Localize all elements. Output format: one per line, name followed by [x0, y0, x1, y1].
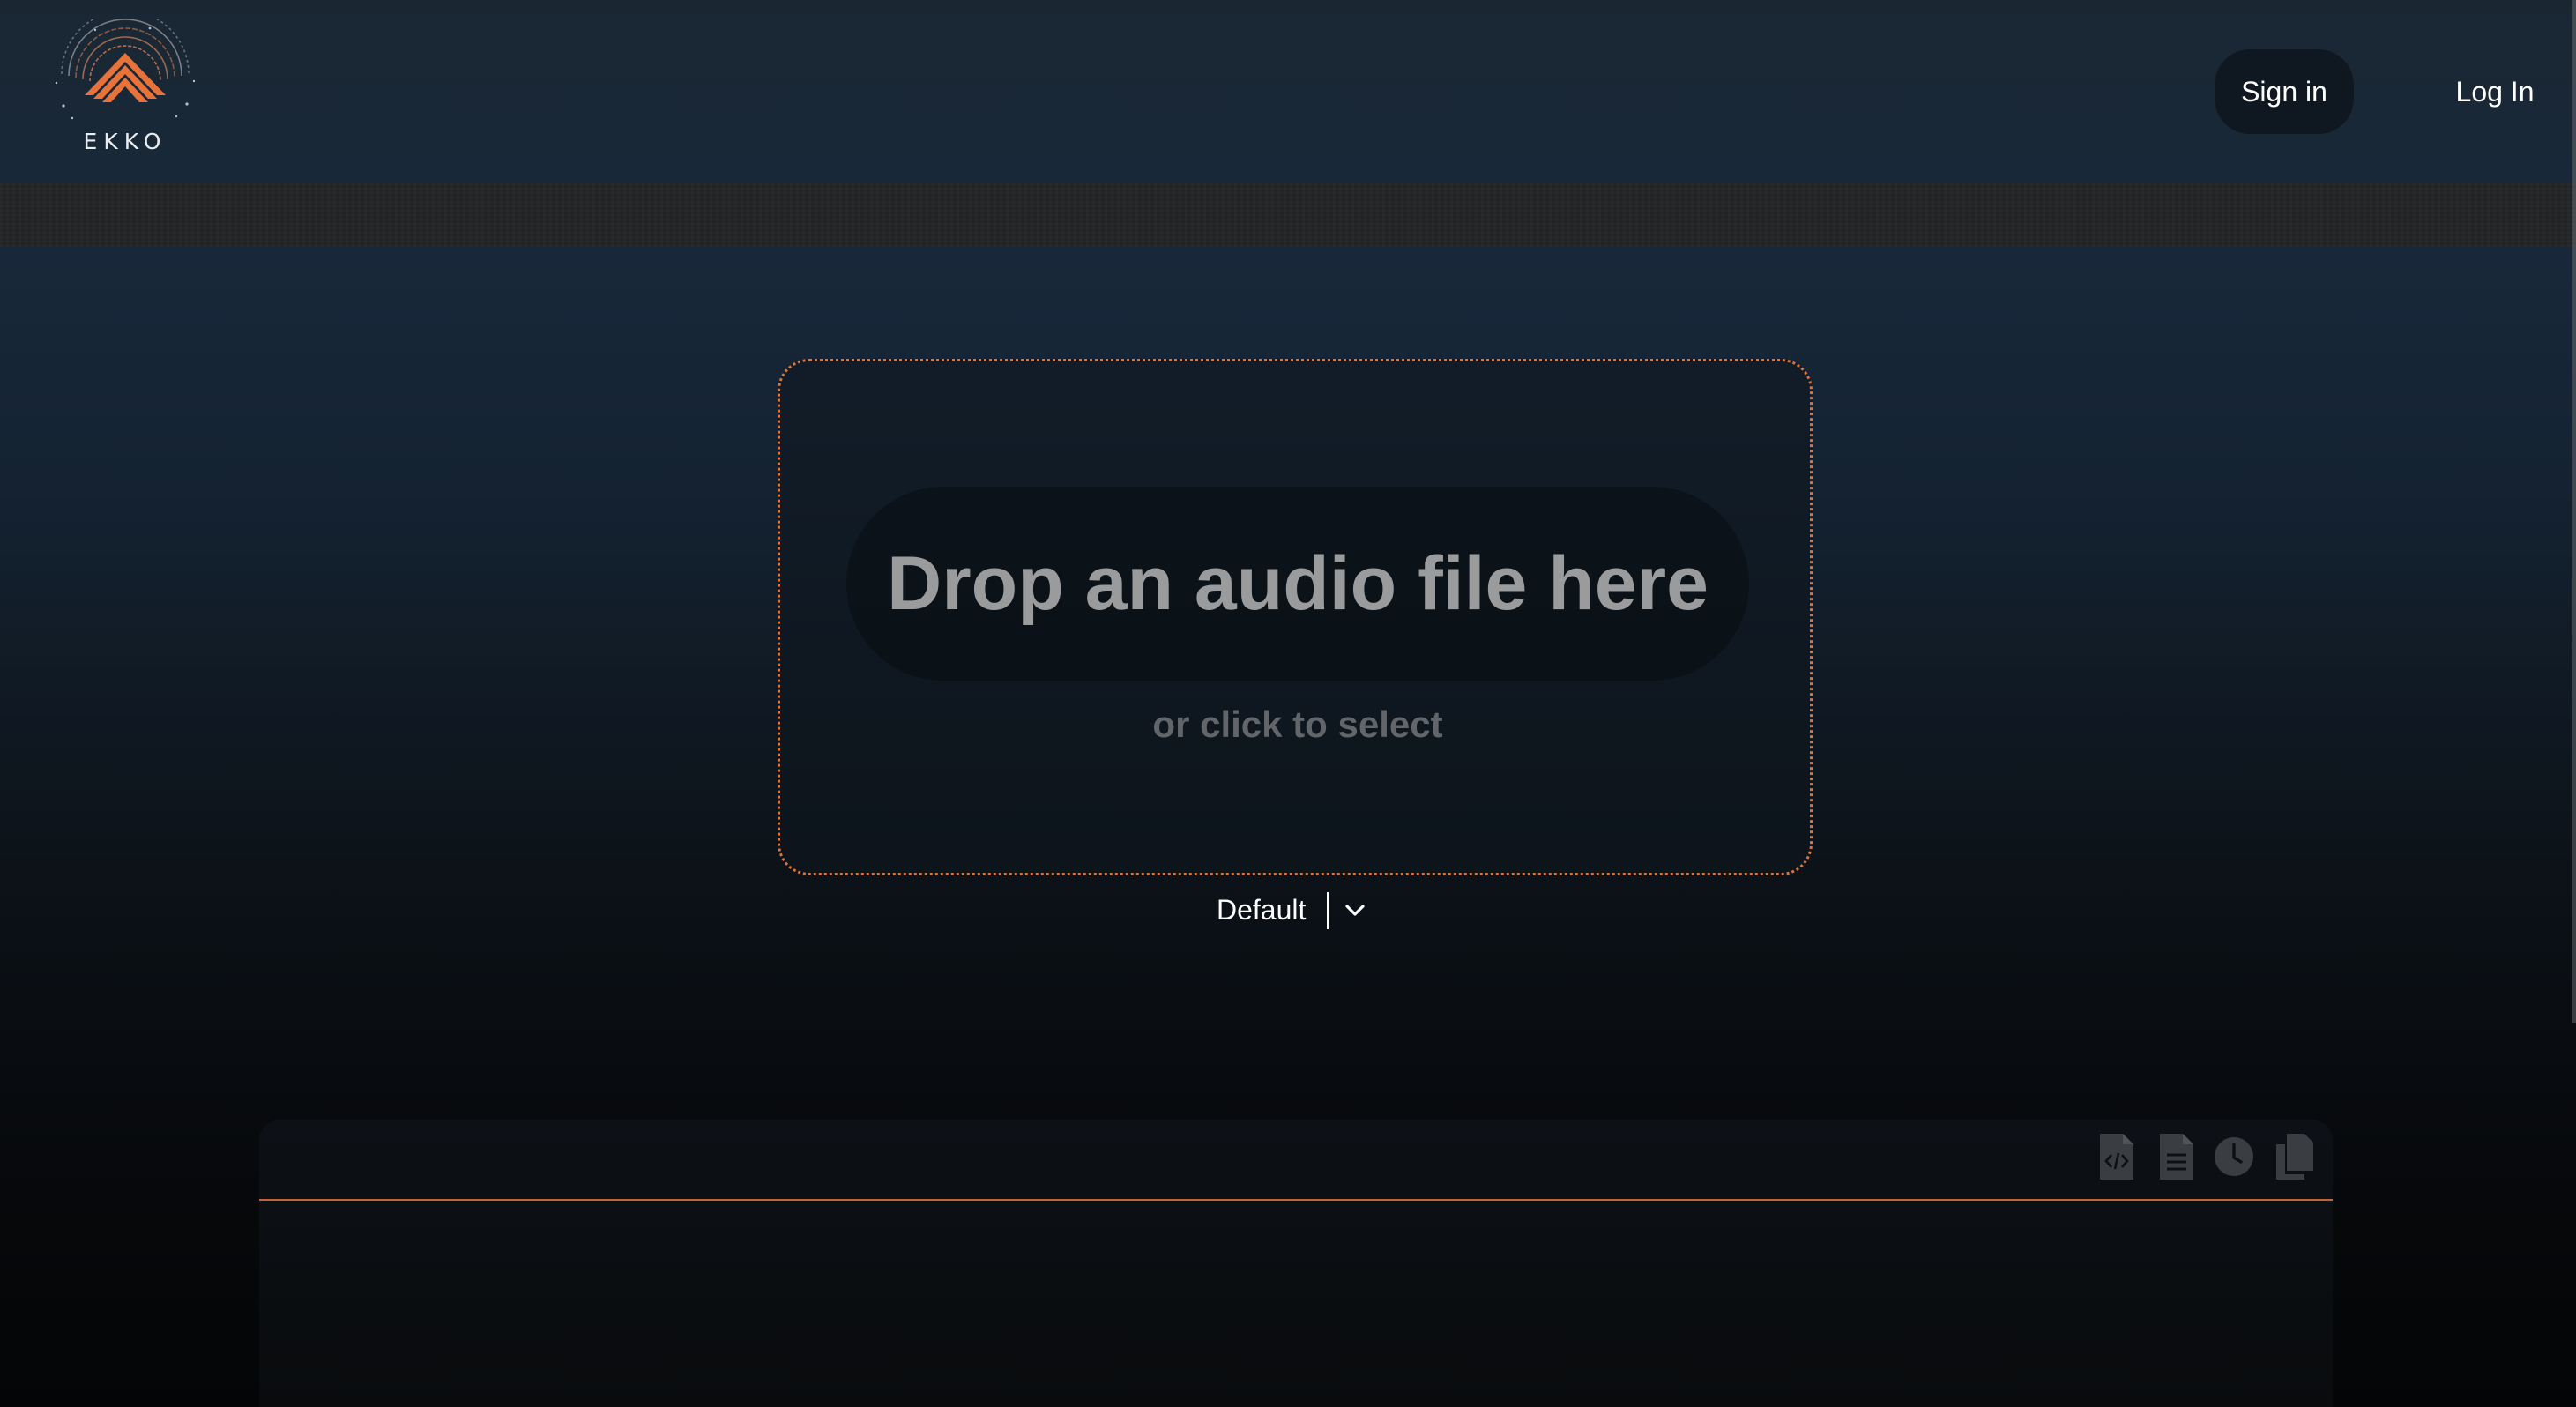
dropzone-title: Drop an audio file here [887, 541, 1709, 626]
code-file-icon[interactable] [2095, 1132, 2137, 1181]
dropzone-title-pill: Drop an audio file here [846, 487, 1749, 681]
clock-icon[interactable] [2213, 1132, 2255, 1181]
ekko-logo[interactable]: EKKO [53, 19, 197, 160]
preset-selected-label: Default [1217, 894, 1307, 926]
copy-icon[interactable] [2273, 1132, 2315, 1181]
audio-dropzone[interactable]: Drop an audio file here or click to sele… [778, 359, 1813, 875]
preset-selector[interactable]: Default [1208, 887, 1384, 936]
document-icon[interactable] [2155, 1132, 2197, 1181]
log-in-button[interactable]: Log In [2433, 49, 2557, 134]
output-toolbar [259, 1120, 2333, 1201]
page-scrollbar[interactable] [2572, 0, 2576, 1023]
chevron-down-icon[interactable] [1342, 897, 1368, 924]
sign-in-button[interactable]: Sign in [2215, 49, 2354, 134]
header: EKKO Sign in Log In [0, 0, 2576, 183]
decorative-band [0, 183, 2576, 247]
dropzone-subtitle: or click to select [1152, 704, 1443, 745]
logo-text: EKKO [83, 129, 168, 154]
preset-divider [1327, 892, 1329, 929]
output-panel [259, 1120, 2333, 1407]
ekko-mountain-logo-icon [55, 19, 196, 120]
